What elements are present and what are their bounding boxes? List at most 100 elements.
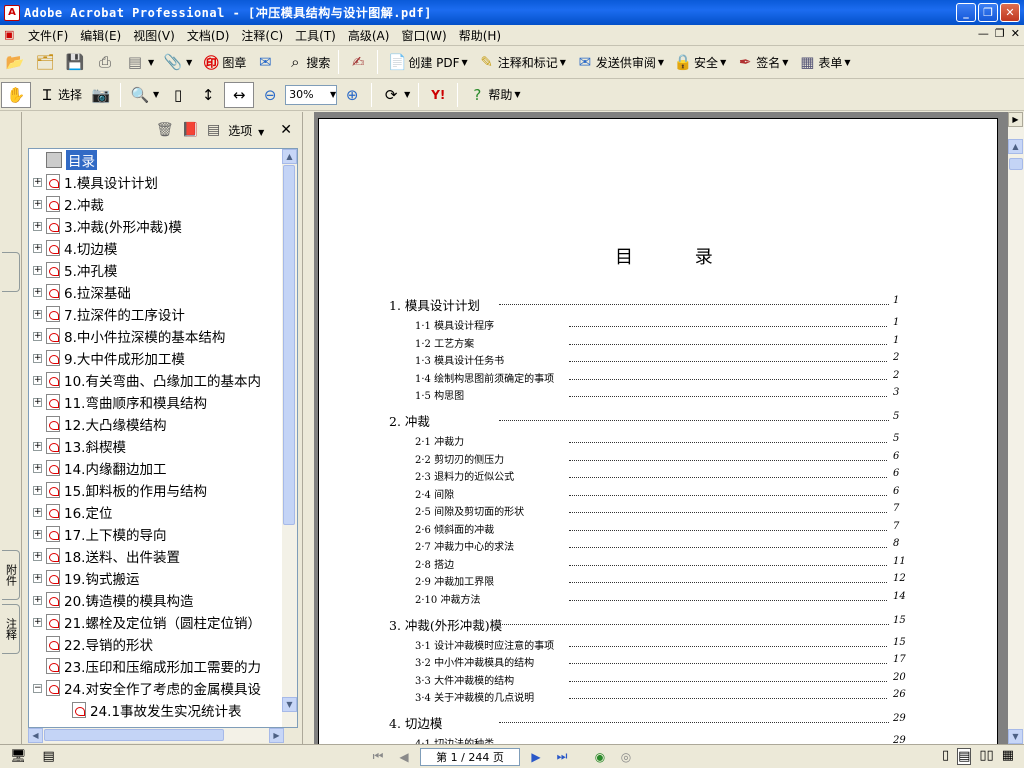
facing-icon[interactable]: ▯▯ <box>979 748 993 765</box>
zoom-tool-button[interactable]: 🔍 ▼ <box>126 82 162 108</box>
comments-tab[interactable]: 注释 <box>2 604 20 654</box>
bookmark-item[interactable]: +6.拉深基础 <box>33 281 131 303</box>
bookmark-item[interactable]: +4.切边模 <box>33 237 117 259</box>
bookmark-item[interactable]: +10.有关弯曲、凸缘加工的基本内 <box>33 369 261 391</box>
back-view-icon[interactable]: ◉ <box>590 748 610 766</box>
expand-icon[interactable]: + <box>33 375 42 385</box>
comment-markup-button[interactable]: ✎ 注释和标记 ▼ <box>473 49 569 75</box>
bookmark-item[interactable]: 23.压印和压缩成形加工需要的力 <box>33 655 261 677</box>
fit-width-button[interactable]: ↔ <box>224 81 255 108</box>
bookmarks-tab[interactable] <box>2 252 20 292</box>
expand-icon[interactable]: + <box>33 353 42 363</box>
scroll-up-icon[interactable]: ▲ <box>1008 139 1023 154</box>
bookmarks-vertical-scrollbar[interactable]: ▲ ▼ <box>282 149 297 727</box>
expand-bookmark-icon[interactable]: ▤ <box>207 122 220 138</box>
expand-icon[interactable]: + <box>33 287 42 297</box>
expand-icon[interactable]: + <box>33 485 42 495</box>
single-page-icon[interactable]: ▯ <box>942 748 949 765</box>
actual-size-button[interactable]: ▯ <box>164 82 192 108</box>
bookmark-item[interactable]: +7.拉深件的工序设计 <box>33 303 185 325</box>
scroll-left-icon[interactable]: ◀ <box>28 728 43 743</box>
document-scroll-thumb[interactable] <box>1009 158 1023 170</box>
bookmark-item[interactable]: +21.螺栓及定位销（圆柱定位销） <box>33 611 261 633</box>
continuous-facing-icon[interactable]: ▦ <box>1002 748 1014 765</box>
zoom-in-button[interactable]: ⊕ <box>338 82 366 108</box>
first-page-icon[interactable]: ⏮ <box>368 748 388 766</box>
search-button[interactable]: ⌕ 搜索 <box>281 49 333 75</box>
minimize-icon[interactable]: _ <box>956 3 976 22</box>
bookmark-item[interactable]: +5.冲孔模 <box>33 259 117 281</box>
mdi-close-icon[interactable]: ✕ <box>1011 27 1020 40</box>
open-button[interactable]: 📂 <box>1 49 29 75</box>
bookmark-item[interactable]: +13.斜楔模 <box>33 435 126 457</box>
collapse-icon[interactable]: − <box>33 683 42 693</box>
document-info-icon[interactable]: ▤ <box>43 749 55 764</box>
mdi-minimize-icon[interactable]: — <box>978 27 989 40</box>
options-menu[interactable]: 选项 ▼ <box>228 122 264 139</box>
previous-page-icon[interactable]: ◀ <box>394 748 414 766</box>
panel-splitter[interactable] <box>302 112 314 744</box>
stamp-button[interactable]: ㊞图章 <box>197 49 249 75</box>
trash-icon[interactable]: 🗑 <box>156 122 174 138</box>
bookmark-item[interactable]: +17.上下模的导向 <box>33 523 166 545</box>
bookmark-item[interactable]: +14.内缘翻边加工 <box>33 457 166 479</box>
bookmark-item[interactable]: 22.导销的形状 <box>33 633 153 655</box>
print-button[interactable]: ⎙ <box>91 49 119 75</box>
sign-button[interactable]: ✒ 签名 ▼ <box>731 49 791 75</box>
h-scroll-thumb[interactable] <box>44 729 224 741</box>
expand-icon[interactable]: + <box>33 441 42 451</box>
security-button[interactable]: 🔒 安全 ▼ <box>669 49 729 75</box>
rotate-button[interactable]: ⟳ ▼ <box>377 82 413 108</box>
organizer-button[interactable]: 🗂 <box>31 49 59 75</box>
bookmark-item[interactable]: +15.卸料板的作用与结构 <box>33 479 207 501</box>
attachments-tab[interactable]: 附件 <box>2 550 20 600</box>
expand-icon[interactable]: + <box>33 551 42 561</box>
fit-page-button[interactable]: ↕ <box>194 82 222 108</box>
bookmark-item[interactable]: 12.大凸缘模结构 <box>33 413 166 435</box>
bookmark-item[interactable]: +3.冲裁(外形冲裁)模 <box>33 215 182 237</box>
forms-button[interactable]: ▦ 表单 ▼ <box>793 49 853 75</box>
yahoo-button[interactable]: Y! <box>424 82 452 108</box>
organizer-alt-button[interactable]: ✍ <box>344 49 372 75</box>
scroll-down-icon[interactable]: ▼ <box>1008 729 1023 744</box>
expand-icon[interactable]: + <box>33 397 42 407</box>
expand-icon[interactable]: + <box>33 331 42 341</box>
expand-icon[interactable]: + <box>33 573 42 583</box>
bookmark-item[interactable]: +8.中小件拉深模的基本结构 <box>33 325 225 347</box>
scroll-thumb[interactable] <box>283 165 295 525</box>
menu-tools[interactable]: 工具(T) <box>289 27 342 44</box>
forward-view-icon[interactable]: ◎ <box>616 748 636 766</box>
expand-icon[interactable]: + <box>33 177 42 187</box>
send-review-button[interactable]: ✉ 发送供审阅 ▼ <box>571 49 667 75</box>
bookmark-item[interactable]: +19.钩式搬运 <box>33 567 139 589</box>
expand-icon[interactable]: + <box>33 463 42 473</box>
bookmark-item[interactable]: +20.铸造模的模具构造 <box>33 589 193 611</box>
menu-comments[interactable]: 注释(C) <box>235 27 289 44</box>
menu-edit[interactable]: 编辑(E) <box>74 27 127 44</box>
save-button[interactable]: 💾 <box>61 49 89 75</box>
expand-icon[interactable]: + <box>33 221 42 231</box>
bookmark-item[interactable]: 24.1事故发生实况统计表 <box>59 699 242 721</box>
bookmark-item[interactable]: +9.大中件成形加工模 <box>33 347 185 369</box>
attach-button[interactable]: 📎 ▼ <box>159 49 195 75</box>
email-button[interactable]: ✉ <box>251 49 279 75</box>
menu-document[interactable]: 文档(D) <box>181 27 236 44</box>
bookmark-item[interactable]: +1.模具设计计划 <box>33 171 158 193</box>
new-bookmark-icon[interactable]: 📕 <box>182 122 199 138</box>
help-button[interactable]: ? 帮助 ▼ <box>463 82 523 108</box>
expand-icon[interactable]: + <box>33 309 42 319</box>
restore-icon[interactable]: ❐ <box>978 3 998 22</box>
page-number-field[interactable]: 第 1 / 244 页 <box>420 747 520 766</box>
expand-icon[interactable]: + <box>33 529 42 539</box>
bookmark-item[interactable]: +2.冲裁 <box>33 193 104 215</box>
expand-icon[interactable]: + <box>33 199 42 209</box>
page-size-icon[interactable]: 🖥 <box>10 749 27 764</box>
split-icon[interactable]: ▶ <box>1008 112 1023 127</box>
close-icon[interactable]: ✕ <box>1000 3 1020 22</box>
create-pdf-button[interactable]: 📄 创建 PDF ▼ <box>383 49 470 75</box>
scroll-right-icon[interactable]: ▶ <box>269 728 284 743</box>
menu-advanced[interactable]: 高级(A) <box>342 27 396 44</box>
last-page-icon[interactable]: ⏭ <box>552 748 572 766</box>
bookmark-item[interactable]: +18.送料、出件装置 <box>33 545 180 567</box>
bookmarks-horizontal-scrollbar[interactable]: ◀ ▶ <box>28 728 284 743</box>
